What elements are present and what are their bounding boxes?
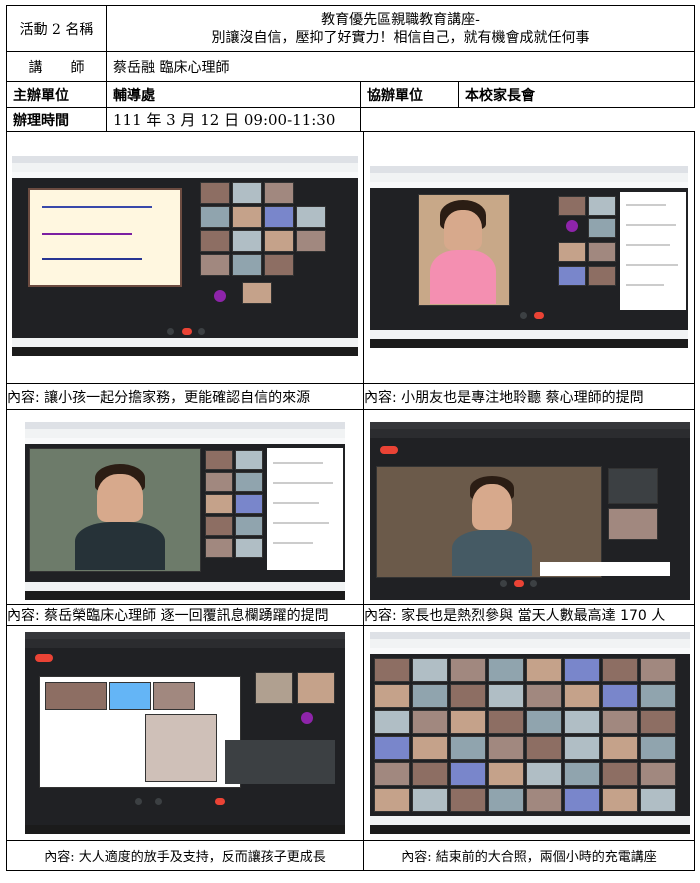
co-organizer-label: 協辦單位: [360, 81, 459, 108]
activity-title-line1: 教育優先區親職教育講座-: [321, 11, 480, 28]
meet-screenshot-icon: [370, 632, 690, 834]
photo-cell-1: [6, 131, 364, 384]
photo-cell-2: [363, 131, 695, 384]
time-label: 辦理時間: [6, 107, 107, 132]
photo-cell-6: [363, 625, 695, 841]
empty-cell: [360, 107, 459, 132]
photo-cell-5: [6, 625, 364, 841]
meet-screenshot-icon: [25, 422, 345, 600]
activity-name-label: 活動 2 名稱: [6, 5, 107, 52]
activity-info-table: 活動 2 名稱 教育優先區親職教育講座- 別讓沒自信，壓抑了好實力！相信自己，就…: [6, 5, 696, 132]
photo-cell-3: [6, 409, 364, 605]
empty-cell: [458, 107, 695, 132]
photo-caption-1: 內容: 讓小孩一起分擔家務，更能確認自信的來源: [6, 383, 364, 410]
meet-screenshot-icon: [25, 632, 345, 834]
document-page: 活動 2 名稱 教育優先區親職教育講座- 別讓沒自信，壓抑了好實力！相信自己，就…: [0, 0, 700, 883]
meet-screenshot-icon: [370, 422, 690, 600]
photo-caption-4: 內容: 家長也是熱烈參與 當天人數最高達 170 人: [363, 604, 695, 626]
organizer-value: 輔導處: [106, 81, 361, 108]
photo-caption-6: 內容: 結束前的大合照，兩個小時的充電講座: [363, 840, 695, 871]
meet-screenshot-icon: [370, 166, 688, 348]
co-organizer-value: 本校家長會: [457, 81, 696, 108]
photo-caption-5: 內容: 大人適度的放手及支持，反而讓孩子更成長: [6, 840, 364, 871]
activity-title: 教育優先區親職教育講座- 別讓沒自信，壓抑了好實力！相信自己，就有機會成就任何事: [105, 5, 696, 52]
activity-title-line2: 別讓沒自信，壓抑了好實力！相信自己，就有機會成就任何事: [211, 29, 590, 46]
meet-screenshot-icon: [12, 156, 358, 356]
speaker-label: 講 師: [6, 51, 107, 82]
organizer-label: 主辦單位: [6, 81, 107, 108]
photo-caption-3: 內容: 蔡岳榮臨床心理師 逐一回覆訊息欄踴躍的提問: [6, 604, 364, 626]
photo-cell-4: [363, 409, 695, 605]
photo-grid: 內容: 讓小孩一起分擔家務，更能確認自信的來源 內容: 小朋友也是專注地聆聽 蔡…: [6, 131, 695, 871]
speaker-value: 蔡岳融 臨床心理師: [105, 51, 696, 82]
time-value: 111 年 3 月 12 日 09:00-11:30: [106, 107, 361, 132]
photo-caption-2: 內容: 小朋友也是專注地聆聽 蔡心理師的提問: [363, 383, 695, 410]
